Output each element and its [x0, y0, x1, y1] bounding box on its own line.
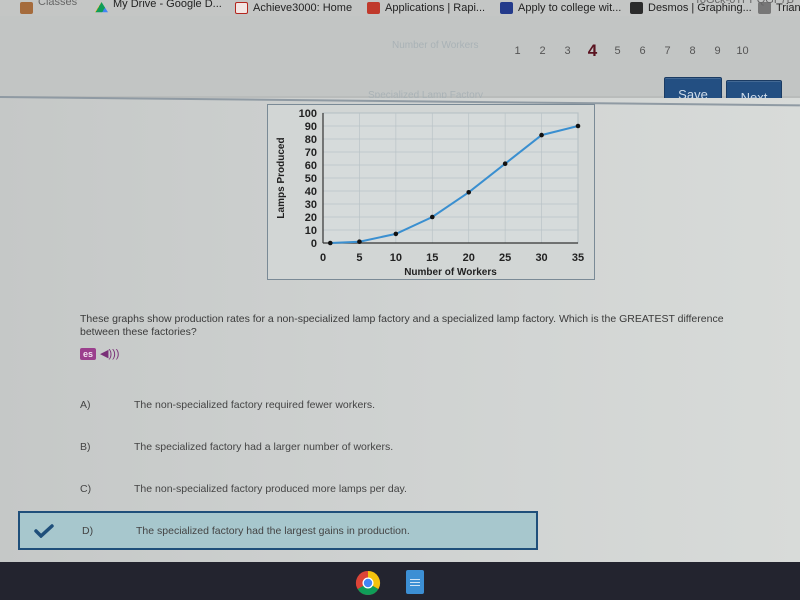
answer-choice-d[interactable]: D) The specialized factory had the large… [18, 511, 538, 550]
question-pagination: 1 2 3 4 5 6 7 8 9 10 [505, 41, 755, 61]
page-4[interactable]: 4 [580, 41, 605, 61]
y-tick-label: 60 [305, 160, 317, 172]
chart-svg: 01020304050607080901000 5 10 15 20 25 30 35Numb… [276, 108, 584, 278]
choice-text: The non-specialized factory required few… [134, 399, 376, 411]
page-8[interactable]: 8 [680, 45, 705, 61]
desmos-icon [630, 2, 643, 14]
choice-letter: C) [80, 483, 92, 495]
applications-icon [367, 2, 380, 14]
google-docs-icon[interactable] [406, 570, 424, 594]
taskbar [0, 562, 800, 600]
data-point [393, 231, 399, 237]
question-tools: es ◀︎))) [80, 347, 119, 360]
answer-choice-a[interactable]: A) The non-specialized factory required … [18, 386, 538, 424]
data-point [575, 123, 581, 129]
choice-text: The non-specialized factory produced mor… [134, 483, 407, 495]
page-9[interactable]: 9 [705, 45, 730, 61]
data-point [502, 161, 508, 166]
bookmark-apply-college[interactable]: Apply to college wit... [500, 0, 621, 16]
y-axis-label: Lamps Produced [276, 137, 287, 218]
page-1[interactable]: 1 [505, 45, 530, 61]
y-tick-label: 0 [311, 238, 317, 250]
x-tick-label: 30 [535, 252, 547, 264]
y-tick-label: 70 [305, 147, 317, 159]
page-5[interactable]: 5 [605, 45, 630, 61]
y-tick-label: 50 [305, 173, 317, 185]
google-drive-icon [95, 2, 108, 13]
x-tick-label: 35 [572, 252, 584, 264]
faded-chart-label: Number of Workers [392, 40, 479, 51]
answer-choice-b[interactable]: B) The specialized factory had a larger … [18, 428, 538, 466]
choice-letter: A) [80, 399, 91, 411]
y-tick-label: 80 [305, 134, 317, 146]
question-text: These graphs show production rates for a… [80, 313, 724, 338]
page-10[interactable]: 10 [730, 45, 755, 61]
page-7[interactable]: 7 [655, 45, 680, 61]
page-2[interactable]: 2 [530, 45, 555, 61]
page-3[interactable]: 3 [555, 45, 580, 61]
answer-choice-c[interactable]: C) The non-specialized factory produced … [18, 470, 538, 508]
y-tick-label: 40 [305, 186, 317, 198]
lamp-production-chart: 0 10 20 30 40 50 60 70 80 90 100 0 5 10 15 20 25 30 35 Numb… [267, 104, 595, 280]
x-tick-label: 0 [320, 252, 326, 264]
x-tick-label: 15 [426, 252, 438, 264]
choice-text: The specialized factory had the largest … [136, 524, 410, 537]
bookmark-my-drive[interactable]: My Drive - Google D... [95, 0, 222, 16]
y-tick-label: 20 [305, 212, 317, 224]
x-tick-label: 5 [356, 252, 362, 264]
bookmark-label: Achieve3000: Home [253, 2, 353, 14]
y-tick-label: 100 [299, 108, 317, 120]
chrome-icon[interactable] [355, 570, 381, 596]
checkmark-icon [34, 524, 54, 538]
y-tick-label: 10 [305, 225, 317, 237]
speaker-icon[interactable]: ◀︎))) [100, 347, 119, 360]
x-tick-label: 20 [463, 252, 475, 264]
bookmark-label: Apply to college wit... [518, 2, 622, 14]
bookmark-achieve3000[interactable]: Achieve3000: Home [235, 0, 352, 16]
data-point [466, 190, 472, 195]
page-6[interactable]: 6 [630, 45, 655, 61]
data-point [357, 239, 362, 244]
x-axis-label: Number of Workers [404, 267, 497, 278]
data-point [327, 240, 333, 246]
choice-letter: D) [82, 524, 94, 537]
bookmark-classes[interactable]: Classes [20, 0, 77, 16]
bookmarks-bar: Classes My Drive - Google D... Achieve30… [0, 0, 800, 16]
y-tick-label: 90 [305, 121, 317, 133]
data-point [429, 214, 435, 220]
url-fragment: ToGck-0TPPQGF7B [694, 0, 794, 6]
choice-letter: B) [80, 441, 91, 453]
spanish-translate-button[interactable]: es [80, 347, 97, 360]
bookmark-label: Applications | Rapi... [385, 2, 486, 14]
x-tick-label: 25 [499, 252, 511, 264]
common-app-icon [500, 2, 513, 14]
y-tick-label: 30 [305, 199, 317, 211]
choice-text: The specialized factory had a larger num… [134, 441, 394, 453]
data-point [539, 132, 544, 138]
achieve3000-icon [235, 2, 248, 14]
bookmark-label: Classes [38, 0, 78, 8]
x-tick-label: 10 [390, 252, 402, 264]
folder-icon [20, 2, 33, 14]
bookmark-label: My Drive - Google D... [113, 0, 222, 10]
bookmark-applications[interactable]: Applications | Rapi... [367, 0, 485, 16]
